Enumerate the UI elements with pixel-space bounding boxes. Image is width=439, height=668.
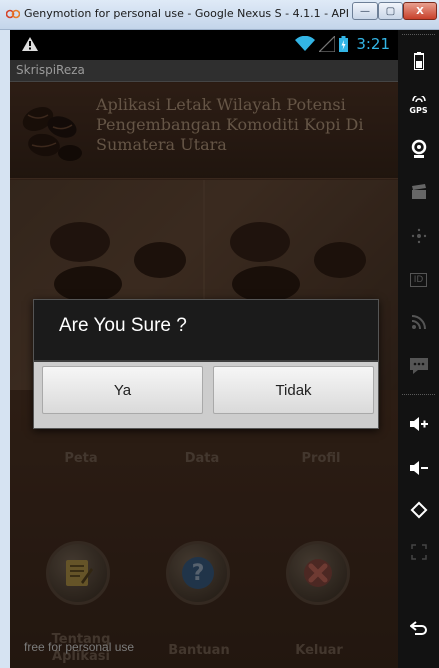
sidebar-divider (402, 34, 435, 35)
video-clapper-icon[interactable] (398, 182, 439, 202)
ya-button[interactable]: Ya (42, 366, 203, 414)
signal-icon (319, 36, 336, 52)
device-screen: 3:21 SkrispiReza Aplikasi Letak Wilayah … (10, 30, 398, 668)
fullscreen-icon[interactable] (398, 542, 439, 562)
gps-icon[interactable]: GPS (398, 94, 439, 116)
battery-icon (339, 36, 349, 52)
clock-time: 3:21 (356, 35, 390, 53)
volume-down-icon[interactable] (398, 458, 439, 478)
warning-icon (22, 37, 38, 51)
window-title: Genymotion for personal use - Google Nex… (24, 7, 370, 20)
confirm-dialog: Are You Sure ? Ya Tidak (33, 299, 379, 429)
minimize-button[interactable]: — (352, 2, 378, 20)
app-name: SkrispiReza (16, 63, 85, 77)
volume-up-icon[interactable] (398, 414, 439, 434)
dialog-title: Are You Sure ? (34, 300, 378, 360)
rss-icon[interactable] (398, 312, 439, 332)
gps-label: GPS (409, 105, 428, 115)
genymotion-logo-icon (6, 9, 20, 19)
battery-control-icon[interactable] (398, 52, 439, 70)
wifi-icon (295, 36, 316, 51)
id-icon[interactable]: ID (398, 270, 439, 290)
back-icon[interactable] (398, 618, 439, 638)
rotate-icon[interactable] (398, 500, 439, 520)
maximize-button[interactable]: ▢ (378, 2, 403, 20)
emulator-sidebar: GPS ID (398, 30, 439, 668)
id-label: ID (409, 273, 428, 287)
sms-icon[interactable] (398, 356, 439, 376)
close-button[interactable]: X (403, 2, 437, 20)
android-statusbar: 3:21 (10, 30, 398, 60)
window-titlebar: Genymotion for personal use - Google Nex… (0, 0, 439, 30)
app-actionbar: SkrispiReza (10, 60, 398, 82)
dpad-icon[interactable] (398, 226, 439, 246)
dialog-button-bar: Ya Tidak (34, 362, 378, 428)
tidak-button[interactable]: Tidak (213, 366, 374, 414)
watermark-text: free for personal use (24, 640, 135, 654)
sidebar-divider-2 (402, 394, 435, 395)
camera-icon[interactable] (398, 138, 439, 160)
